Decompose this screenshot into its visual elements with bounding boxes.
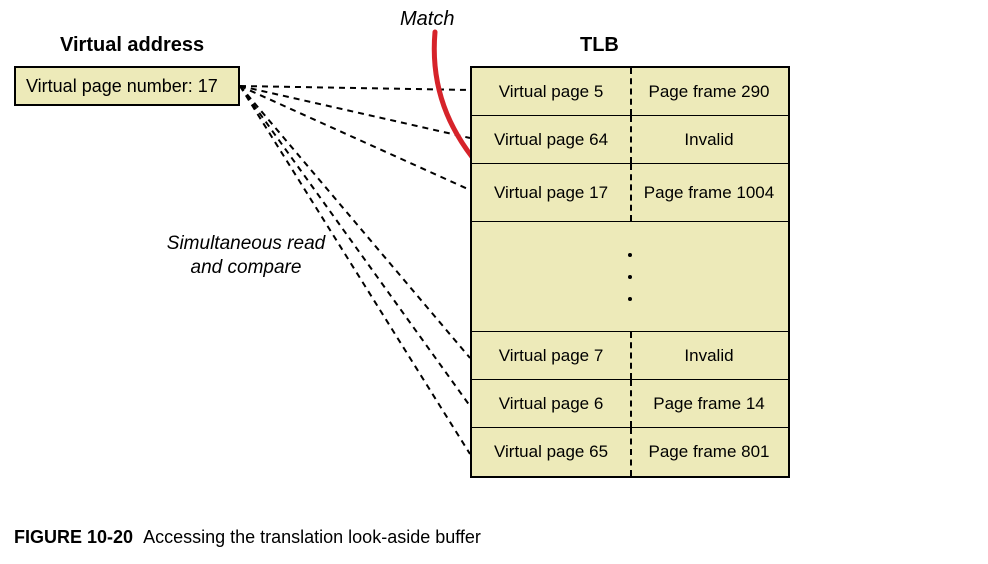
match-label: Match [400, 8, 454, 31]
figure-number: FIGURE 10-20 [14, 527, 133, 547]
tlb-cell-frame: Page frame 290 [630, 68, 788, 115]
tlb-cell-vpage: Virtual page 64 [472, 116, 630, 163]
tlb-cell-vpage: Virtual page 17 [472, 164, 630, 221]
tlb-row: Virtual page 6 Page frame 14 [472, 380, 788, 428]
tlb-row: Virtual page 5 Page frame 290 [472, 68, 788, 116]
simultaneous-label: Simultaneous read and compare [146, 232, 346, 280]
virtual-address-box: Virtual page number: 17 [14, 66, 240, 106]
tlb-cell-vpage: Virtual page 7 [472, 332, 630, 379]
tlb-heading: TLB [580, 34, 619, 57]
figure-caption-text: Accessing the translation look-aside buf… [143, 527, 481, 547]
tlb-cell-frame: Invalid [630, 332, 788, 379]
tlb-cell-frame: Page frame 14 [630, 380, 788, 427]
tlb-row: Virtual page 7 Invalid [472, 332, 788, 380]
tlb-table: Virtual page 5 Page frame 290 Virtual pa… [470, 66, 790, 478]
simultaneous-line2: and compare [191, 257, 302, 278]
virtual-address-heading: Virtual address [60, 34, 204, 57]
tlb-cell-vpage: Virtual page 65 [472, 428, 630, 476]
tlb-ellipsis-row [472, 222, 788, 332]
simultaneous-line1: Simultaneous read [167, 233, 325, 254]
tlb-cell-vpage: Virtual page 6 [472, 380, 630, 427]
figure-caption: FIGURE 10-20 Accessing the translation l… [14, 527, 481, 548]
tlb-row: Virtual page 65 Page frame 801 [472, 428, 788, 476]
ellipsis-dot [628, 275, 632, 279]
tlb-cell-vpage: Virtual page 5 [472, 68, 630, 115]
tlb-cell-frame: Invalid [630, 116, 788, 163]
tlb-row: Virtual page 64 Invalid [472, 116, 788, 164]
ellipsis-dot [628, 297, 632, 301]
diagram-canvas: Virtual address Virtual page number: 17 … [0, 0, 988, 564]
tlb-cell-frame: Page frame 1004 [630, 164, 788, 221]
virtual-address-text: Virtual page number: 17 [26, 76, 218, 97]
ellipsis-dot [628, 253, 632, 257]
tlb-row-match: Virtual page 17 Page frame 1004 [472, 164, 788, 222]
tlb-cell-frame: Page frame 801 [630, 428, 788, 476]
